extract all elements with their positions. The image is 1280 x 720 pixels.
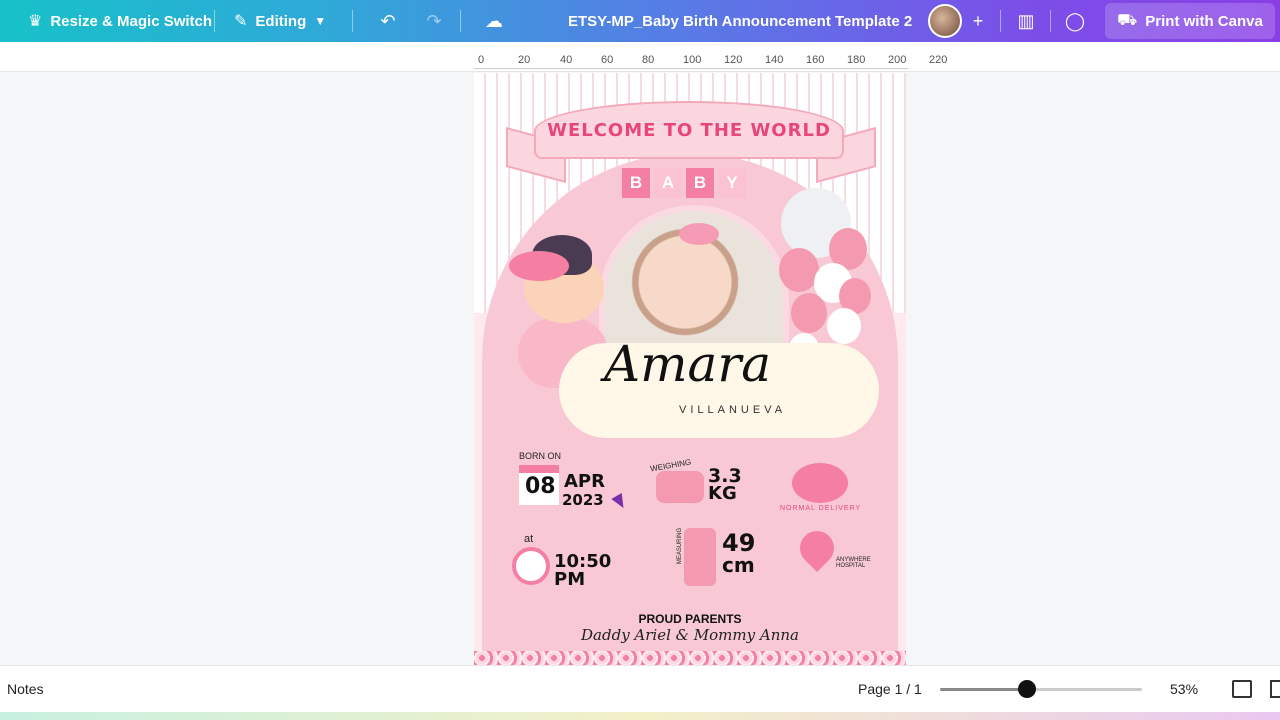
horizontal-ruler: 0 20 40 60 80 100 120 140 160 180 200 22… — [0, 42, 1280, 72]
plus-icon: + — [972, 10, 984, 31]
measuring-tape-icon — [684, 528, 716, 586]
balloon — [779, 248, 819, 292]
grid-view-icon[interactable] — [1232, 680, 1252, 698]
bunting-letter: B — [686, 168, 714, 198]
at-label[interactable]: at — [524, 533, 533, 545]
parents-names[interactable]: Daddy Ariel & Mommy Anna — [474, 626, 906, 644]
avatar[interactable] — [928, 4, 962, 38]
ruler-tick: 180 — [847, 54, 866, 66]
analytics-icon: ▥ — [1017, 10, 1035, 31]
birth-day[interactable]: 08 — [525, 474, 556, 499]
scale-icon — [656, 471, 704, 503]
design-page[interactable]: WELCOME TO THE WORLD B A B Y Amara VILLA… — [474, 73, 906, 665]
ruler-tick: 60 — [601, 54, 614, 66]
ruler-baseline — [474, 68, 908, 69]
normal-delivery-label[interactable]: NORMAL DELIVERY — [780, 505, 861, 512]
ruler-tick: 80 — [642, 54, 655, 66]
print-with-canva-label: Print with Canva — [1145, 12, 1263, 30]
bunting-letter: Y — [718, 168, 746, 198]
balloon — [791, 293, 827, 333]
notes-button[interactable]: Notes — [7, 681, 44, 697]
baby-last-name[interactable]: VILLANUEVA — [679, 404, 786, 416]
alarm-clock-icon — [512, 547, 550, 585]
cloud-sync-icon: ☁ — [485, 10, 503, 31]
birth-time-period[interactable]: PM — [554, 569, 585, 590]
decorative-border — [474, 651, 906, 665]
ruler-tick: 140 — [765, 54, 784, 66]
zoom-level[interactable]: 53% — [1170, 681, 1198, 697]
editing-mode-dropdown[interactable]: ✎ Editing ▼ — [234, 0, 326, 42]
print-with-canva-button[interactable]: ⛟ Print with Canva — [1105, 3, 1275, 39]
heart-hands-icon — [792, 463, 848, 503]
weight-unit[interactable]: KG — [708, 483, 737, 504]
ruler-tick: 40 — [560, 54, 573, 66]
toolbar-divider — [1000, 10, 1001, 32]
document-title[interactable]: ETSY-MP_Baby Birth Announcement Template… — [568, 0, 912, 42]
birth-year[interactable]: 2023 — [562, 491, 604, 509]
bunting-letter: A — [654, 168, 682, 198]
zoom-slider-fill — [940, 688, 1027, 691]
balloon — [827, 308, 861, 344]
share-add-button[interactable]: + — [962, 5, 994, 37]
ruler-tick: 160 — [806, 54, 825, 66]
page-indicator[interactable]: Page 1 / 1 — [858, 681, 922, 697]
ruler-tick: 20 — [518, 54, 531, 66]
resize-magic-switch-button[interactable]: ♛ Resize & Magic Switch — [28, 0, 212, 42]
insights-button[interactable]: ▥ — [1010, 5, 1042, 37]
resize-magic-switch-label: Resize & Magic Switch — [50, 12, 213, 30]
ruler-tick: 0 — [478, 54, 485, 66]
proud-parents-title[interactable]: PROUD PARENTS — [474, 612, 906, 626]
toolbar-divider — [460, 10, 461, 32]
born-on-label[interactable]: BORN ON — [519, 451, 561, 461]
hospital-label[interactable]: ANYWHERE HOSPITAL — [836, 557, 876, 569]
undo-button[interactable]: ↶ — [372, 5, 404, 37]
chevron-down-icon: ▼ — [314, 14, 327, 28]
toolbar-divider — [214, 10, 215, 32]
bunting-letter: B — [622, 168, 650, 198]
welcome-banner[interactable]: WELCOME TO THE WORLD — [534, 101, 844, 159]
illustration-bow — [509, 251, 569, 281]
length-unit[interactable]: cm — [722, 553, 755, 577]
editing-label: Editing — [255, 12, 307, 30]
headband-bow — [679, 223, 719, 245]
comment-icon: ◯ — [1064, 10, 1086, 31]
baby-first-name[interactable]: Amara — [604, 335, 771, 393]
ruler-tick: 120 — [724, 54, 743, 66]
crown-icon: ♛ — [28, 13, 43, 30]
document-title-text: ETSY-MP_Baby Birth Announcement Template… — [568, 12, 913, 30]
ruler-tick: 100 — [683, 54, 702, 66]
ruler-tick: 220 — [929, 54, 948, 66]
truck-icon: ⛟ — [1117, 12, 1138, 29]
undo-icon: ↶ — [380, 10, 396, 31]
baby-letter-bunting[interactable]: B A B Y — [622, 168, 746, 198]
top-toolbar: ♛ Resize & Magic Switch ✎ Editing ▼ ↶ ↷ … — [0, 0, 1280, 42]
redo-button[interactable]: ↷ — [418, 5, 450, 37]
cloud-sync-button[interactable]: ☁ — [478, 5, 510, 37]
toolbar-divider — [1050, 10, 1051, 32]
birth-month[interactable]: APR — [564, 471, 605, 492]
os-taskbar — [0, 712, 1280, 720]
pencil-icon: ✎ — [234, 13, 248, 30]
zoom-slider-handle[interactable] — [1017, 680, 1036, 698]
comments-button[interactable]: ◯ — [1059, 5, 1091, 37]
toolbar-divider — [352, 10, 353, 32]
bottom-status-bar: Notes Page 1 / 1 53% — [0, 665, 1280, 712]
redo-icon: ↷ — [426, 10, 442, 31]
ruler-tick: 200 — [888, 54, 907, 66]
welcome-banner-text: WELCOME TO THE WORLD — [547, 119, 831, 141]
fullscreen-icon[interactable] — [1270, 680, 1280, 698]
measuring-label[interactable]: MEASURING — [677, 528, 683, 564]
